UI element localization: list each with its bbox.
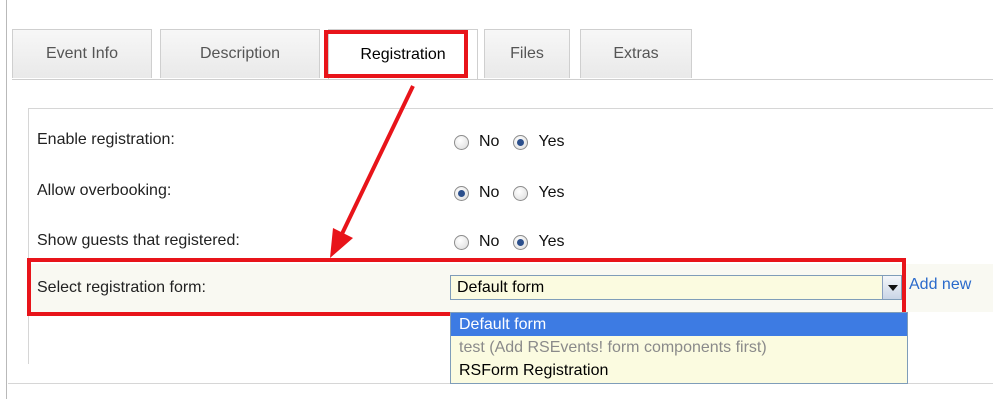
show-guests-no-radio[interactable] [454, 234, 469, 250]
radio-label-yes: Yes [538, 233, 565, 250]
frame-border [6, 0, 7, 399]
allow-overbooking-label: Allow overbooking: [37, 182, 172, 199]
show-guests-yes-radio[interactable] [513, 234, 529, 250]
tab-extras[interactable]: Extras [580, 29, 692, 78]
tab-files[interactable]: Files [484, 29, 570, 78]
tab-event-info[interactable]: Event Info [12, 29, 152, 78]
tab-description[interactable]: Description [160, 29, 320, 78]
radio-label-yes: Yes [538, 184, 565, 201]
enable-registration-label: Enable registration: [37, 131, 175, 148]
dropdown-option-default-form[interactable]: Default form [451, 313, 907, 336]
enable-registration-yes-radio[interactable] [513, 134, 529, 150]
show-guests-label: Show guests that registered: [37, 232, 240, 249]
allow-overbooking-yes-radio[interactable] [513, 185, 529, 201]
radio-label-no: No [479, 184, 500, 201]
show-guests-radios: No Yes [454, 233, 579, 251]
registration-form-dropdown: Default form test (Add RSEvents! form co… [450, 312, 908, 384]
add-new-link[interactable]: Add new [909, 276, 971, 294]
tab-divider [12, 79, 993, 80]
radio-label-no: No [479, 133, 500, 150]
radio-label-yes: Yes [538, 133, 565, 150]
allow-overbooking-radios: No Yes [454, 184, 579, 202]
registration-tab-highlight [324, 30, 468, 78]
dropdown-option-rsform-registration[interactable]: RSForm Registration [451, 359, 907, 382]
dropdown-option-test: test (Add RSEvents! form components firs… [459, 339, 767, 356]
enable-registration-no-radio[interactable] [454, 134, 469, 150]
allow-overbooking-no-radio[interactable] [454, 185, 469, 201]
registration-form-highlight [27, 258, 906, 316]
radio-label-no: No [479, 233, 500, 250]
enable-registration-radios: No Yes [454, 133, 579, 151]
